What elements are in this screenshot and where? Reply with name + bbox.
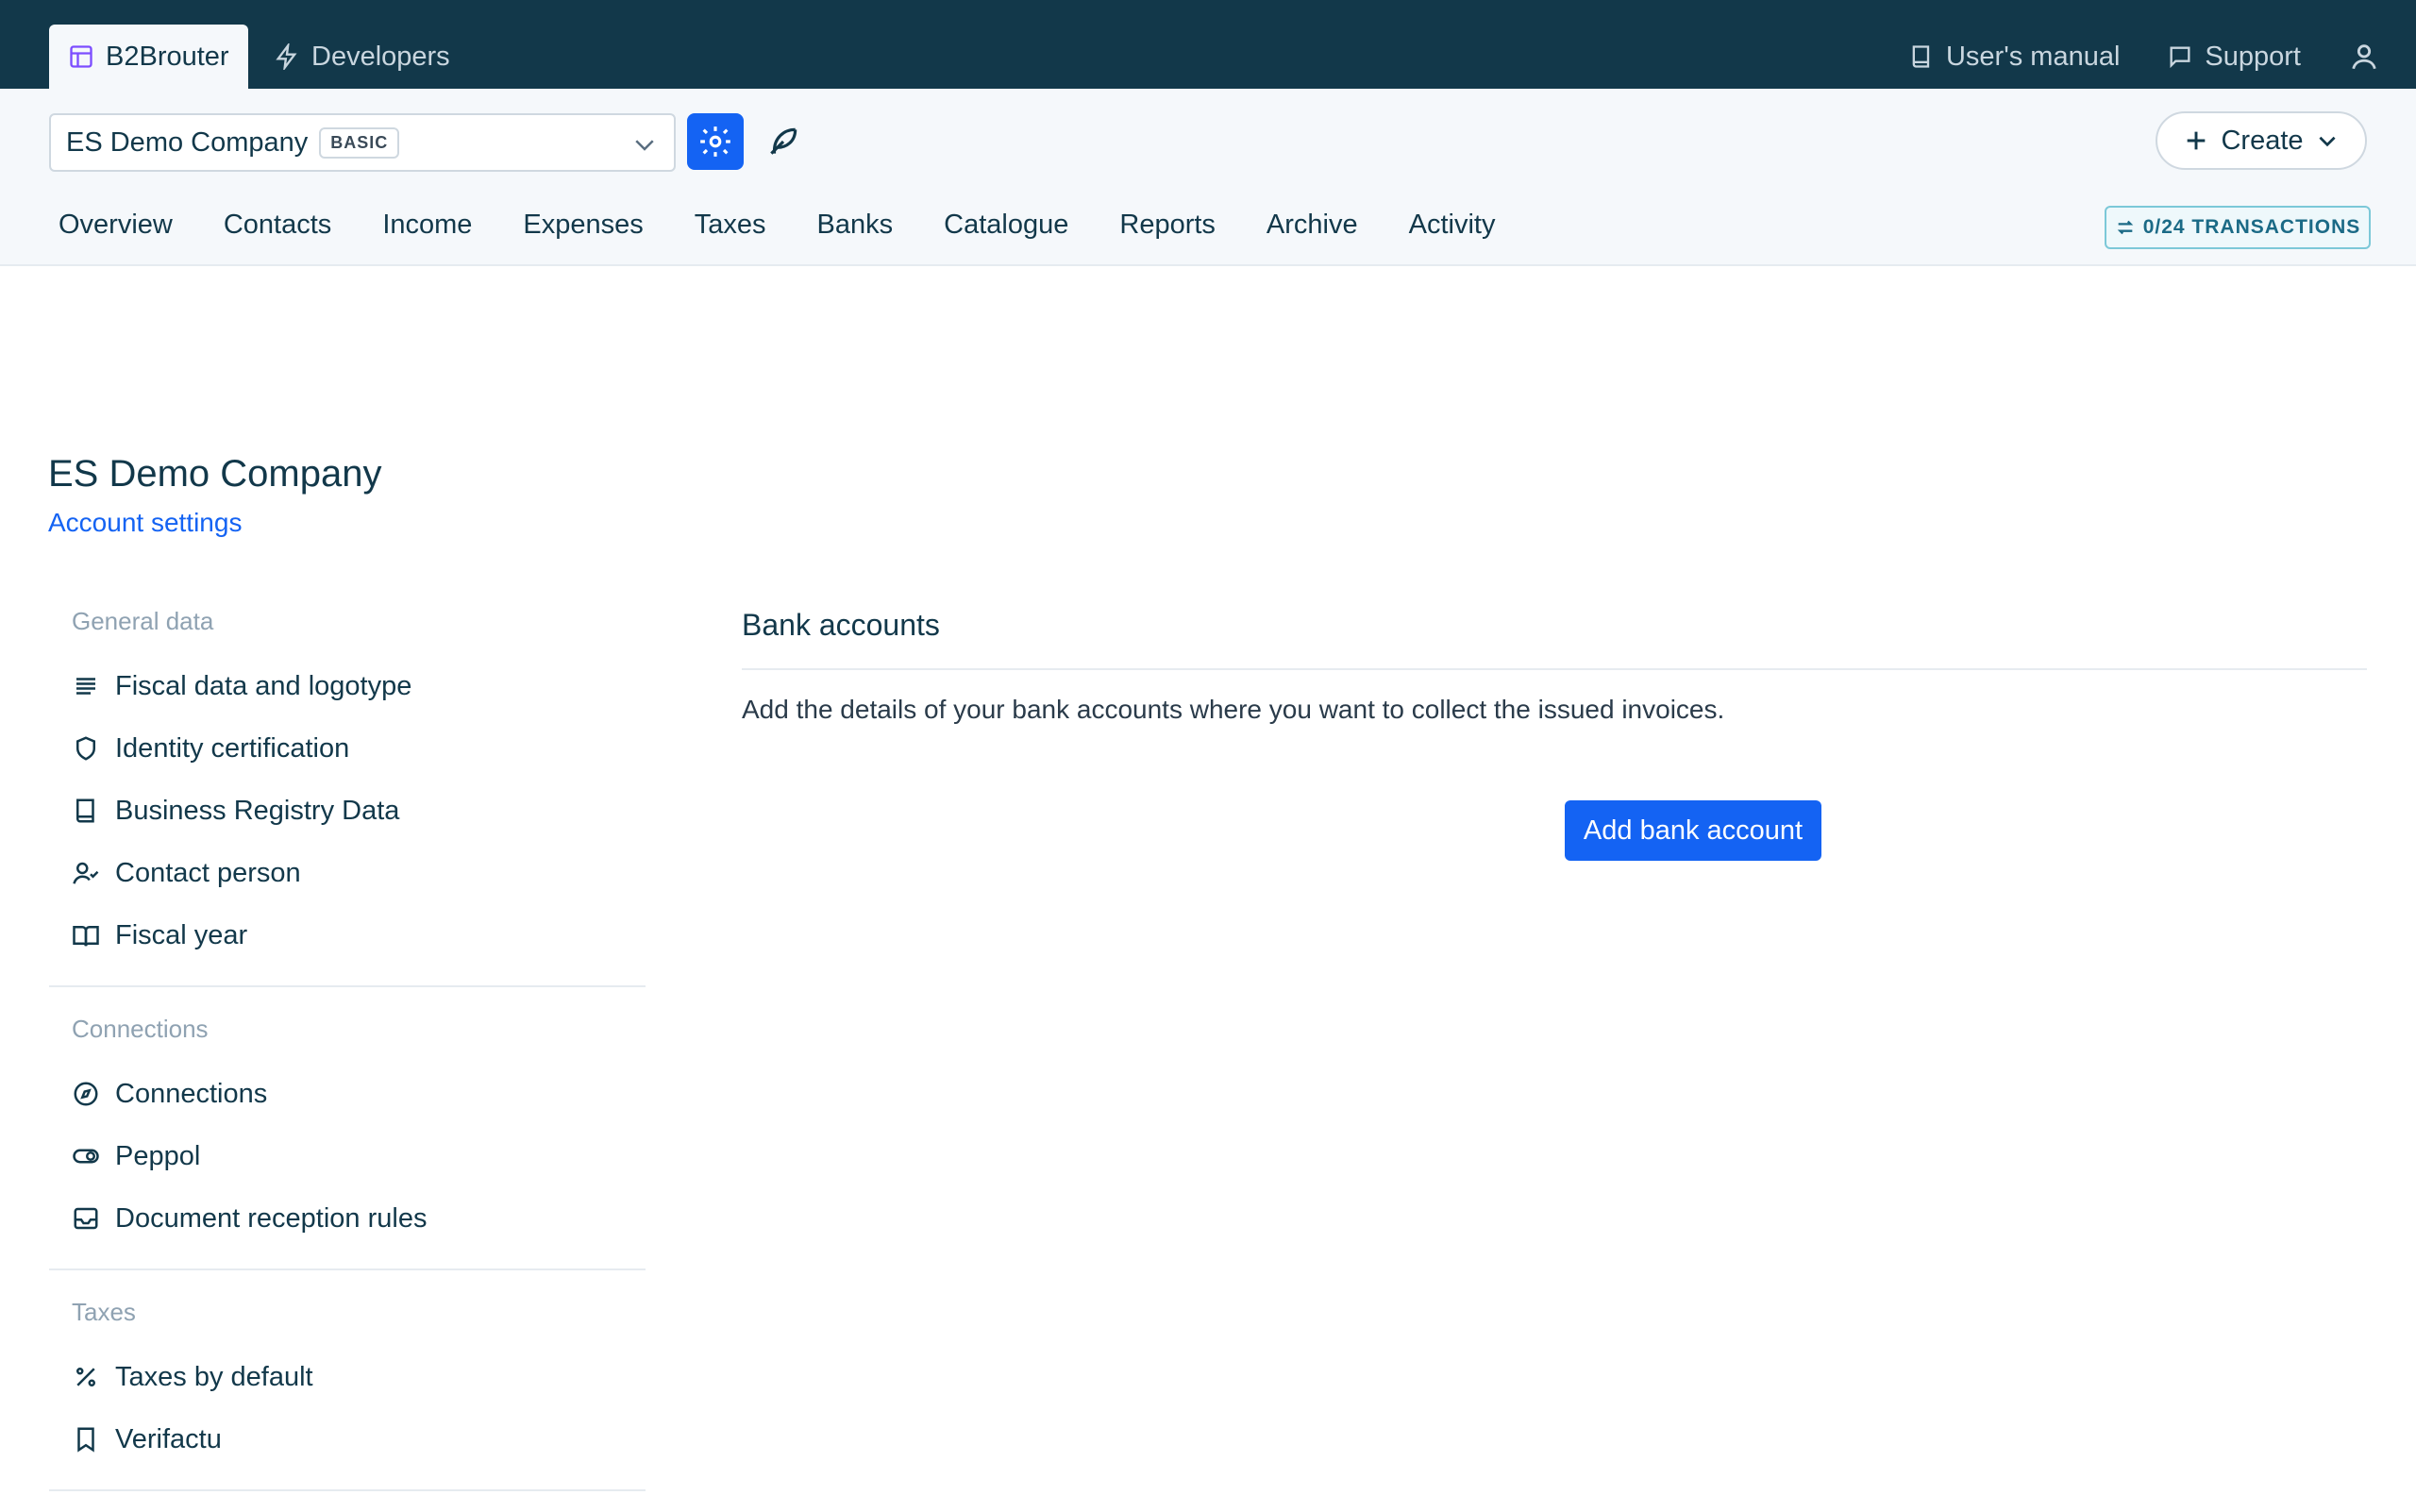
chevron-down-icon <box>630 130 659 163</box>
sidebar-group-title: General data <box>72 607 214 635</box>
sidebar-item-label: Verifactu <box>115 1423 222 1454</box>
book-icon <box>1908 43 1935 70</box>
sidebar-item-verifactu[interactable]: Verifactu <box>49 1408 646 1470</box>
nav-archive[interactable]: Archive <box>1267 210 1358 241</box>
user-menu-button[interactable] <box>2348 41 2380 73</box>
page-title: ES Demo Company <box>48 453 382 495</box>
toolbar: ES Demo Company BASIC Create Overview Co… <box>0 89 2416 266</box>
tab-developers[interactable]: Developers <box>274 25 450 89</box>
transactions-label: 0/24 TRANSACTIONS <box>2142 216 2361 238</box>
section-divider <box>742 668 2367 670</box>
sidebar-item-label: Identity certification <box>115 732 350 764</box>
sidebar-item-contact-person[interactable]: Contact person <box>49 842 646 904</box>
top-bar: B2Brouter Developers User's manual Suppo… <box>0 0 2416 89</box>
sidebar-item-label: Contact person <box>115 857 301 888</box>
support-link[interactable]: Support <box>2167 42 2301 73</box>
bank-accounts-panel: Bank accounts Add the details of your ba… <box>742 595 2367 861</box>
sidebar-item-fiscal-year[interactable]: Fiscal year <box>49 904 646 966</box>
lines-icon <box>72 672 100 700</box>
layout-icon <box>68 43 94 70</box>
sidebar-item-peppol[interactable]: Peppol <box>49 1125 646 1187</box>
add-bank-account-button[interactable]: Add bank account <box>1565 800 1821 861</box>
transfer-icon <box>2115 217 2136 238</box>
section-title: Bank accounts <box>742 608 940 642</box>
sidebar-group-connections: Connections Connections Peppol Document … <box>49 1008 646 1270</box>
message-icon <box>2167 43 2193 70</box>
support-label: Support <box>2205 41 2301 72</box>
transactions-badge[interactable]: 0/24 TRANSACTIONS <box>2105 206 2371 249</box>
nav-income[interactable]: Income <box>382 210 472 241</box>
user-check-icon <box>72 859 100 887</box>
sidebar-item-label: Business Registry Data <box>115 795 400 826</box>
sidebar-item-label: Fiscal year <box>115 919 248 950</box>
sidebar-item-taxes-default[interactable]: Taxes by default <box>49 1346 646 1408</box>
sidebar-item-identity[interactable]: Identity certification <box>49 717 646 780</box>
feather-icon <box>765 124 801 160</box>
users-manual-label: User's manual <box>1945 41 2121 72</box>
sidebar-item-label: Peppol <box>115 1140 201 1171</box>
settings-button[interactable] <box>687 113 744 170</box>
plan-badge: BASIC <box>319 126 400 159</box>
chevron-down-icon <box>2315 128 2340 153</box>
sidebar-item-label: Taxes by default <box>115 1361 313 1392</box>
nav-banks[interactable]: Banks <box>817 210 894 241</box>
toggle-icon <box>72 1142 100 1170</box>
sidebar-group-title: Taxes <box>72 1298 136 1326</box>
compass-icon <box>72 1080 100 1108</box>
company-select[interactable]: ES Demo Company BASIC <box>49 113 676 172</box>
account-settings-link[interactable]: Account settings <box>48 508 242 538</box>
sidebar-group-taxes: Taxes Taxes by default Verifactu <box>49 1291 646 1491</box>
gear-icon <box>697 124 733 160</box>
open-book-icon <box>72 921 100 949</box>
nav-activity[interactable]: Activity <box>1409 210 1496 241</box>
create-label: Create <box>2221 125 2304 156</box>
sidebar-item-label: Document reception rules <box>115 1202 428 1234</box>
users-manual-link[interactable]: User's manual <box>1908 42 2120 73</box>
sidebar-item-fiscal-data[interactable]: Fiscal data and logotype <box>49 655 646 717</box>
sidebar-item-label: Connections <box>115 1078 268 1109</box>
sidebar-item-connections[interactable]: Connections <box>49 1063 646 1125</box>
nav-reports[interactable]: Reports <box>1119 210 1216 241</box>
nav-overview[interactable]: Overview <box>59 210 173 241</box>
main-nav: Overview Contacts Income Expenses Taxes … <box>59 210 1495 241</box>
bookmark-icon <box>72 1425 100 1453</box>
shield-icon <box>72 734 100 763</box>
book-icon <box>72 797 100 825</box>
sidebar-item-label: Fiscal data and logotype <box>115 670 412 701</box>
nav-expenses[interactable]: Expenses <box>523 210 643 241</box>
tab-b2brouter-label: B2Brouter <box>106 41 229 72</box>
sidebar-group-title: Connections <box>72 1015 209 1043</box>
nav-contacts[interactable]: Contacts <box>224 210 331 241</box>
section-description: Add the details of your bank accounts wh… <box>742 695 1725 724</box>
company-name: ES Demo Company <box>66 126 309 158</box>
create-button[interactable]: Create <box>2156 111 2367 170</box>
inbox-icon <box>72 1204 100 1233</box>
lightning-icon <box>274 43 300 70</box>
user-icon <box>2348 41 2380 73</box>
sidebar-item-reception-rules[interactable]: Document reception rules <box>49 1187 646 1250</box>
nav-taxes[interactable]: Taxes <box>695 210 766 241</box>
settings-sidebar: General data Fiscal data and logotype Id… <box>49 600 646 1512</box>
percent-icon <box>72 1363 100 1391</box>
sidebar-group-general: General data Fiscal data and logotype Id… <box>49 600 646 987</box>
sidebar-item-business-registry[interactable]: Business Registry Data <box>49 780 646 842</box>
plus-icon <box>2183 127 2209 154</box>
nav-catalogue[interactable]: Catalogue <box>944 210 1068 241</box>
tab-b2brouter[interactable]: B2Brouter <box>49 25 248 89</box>
feather-button[interactable] <box>763 117 804 166</box>
tab-developers-label: Developers <box>311 41 450 72</box>
